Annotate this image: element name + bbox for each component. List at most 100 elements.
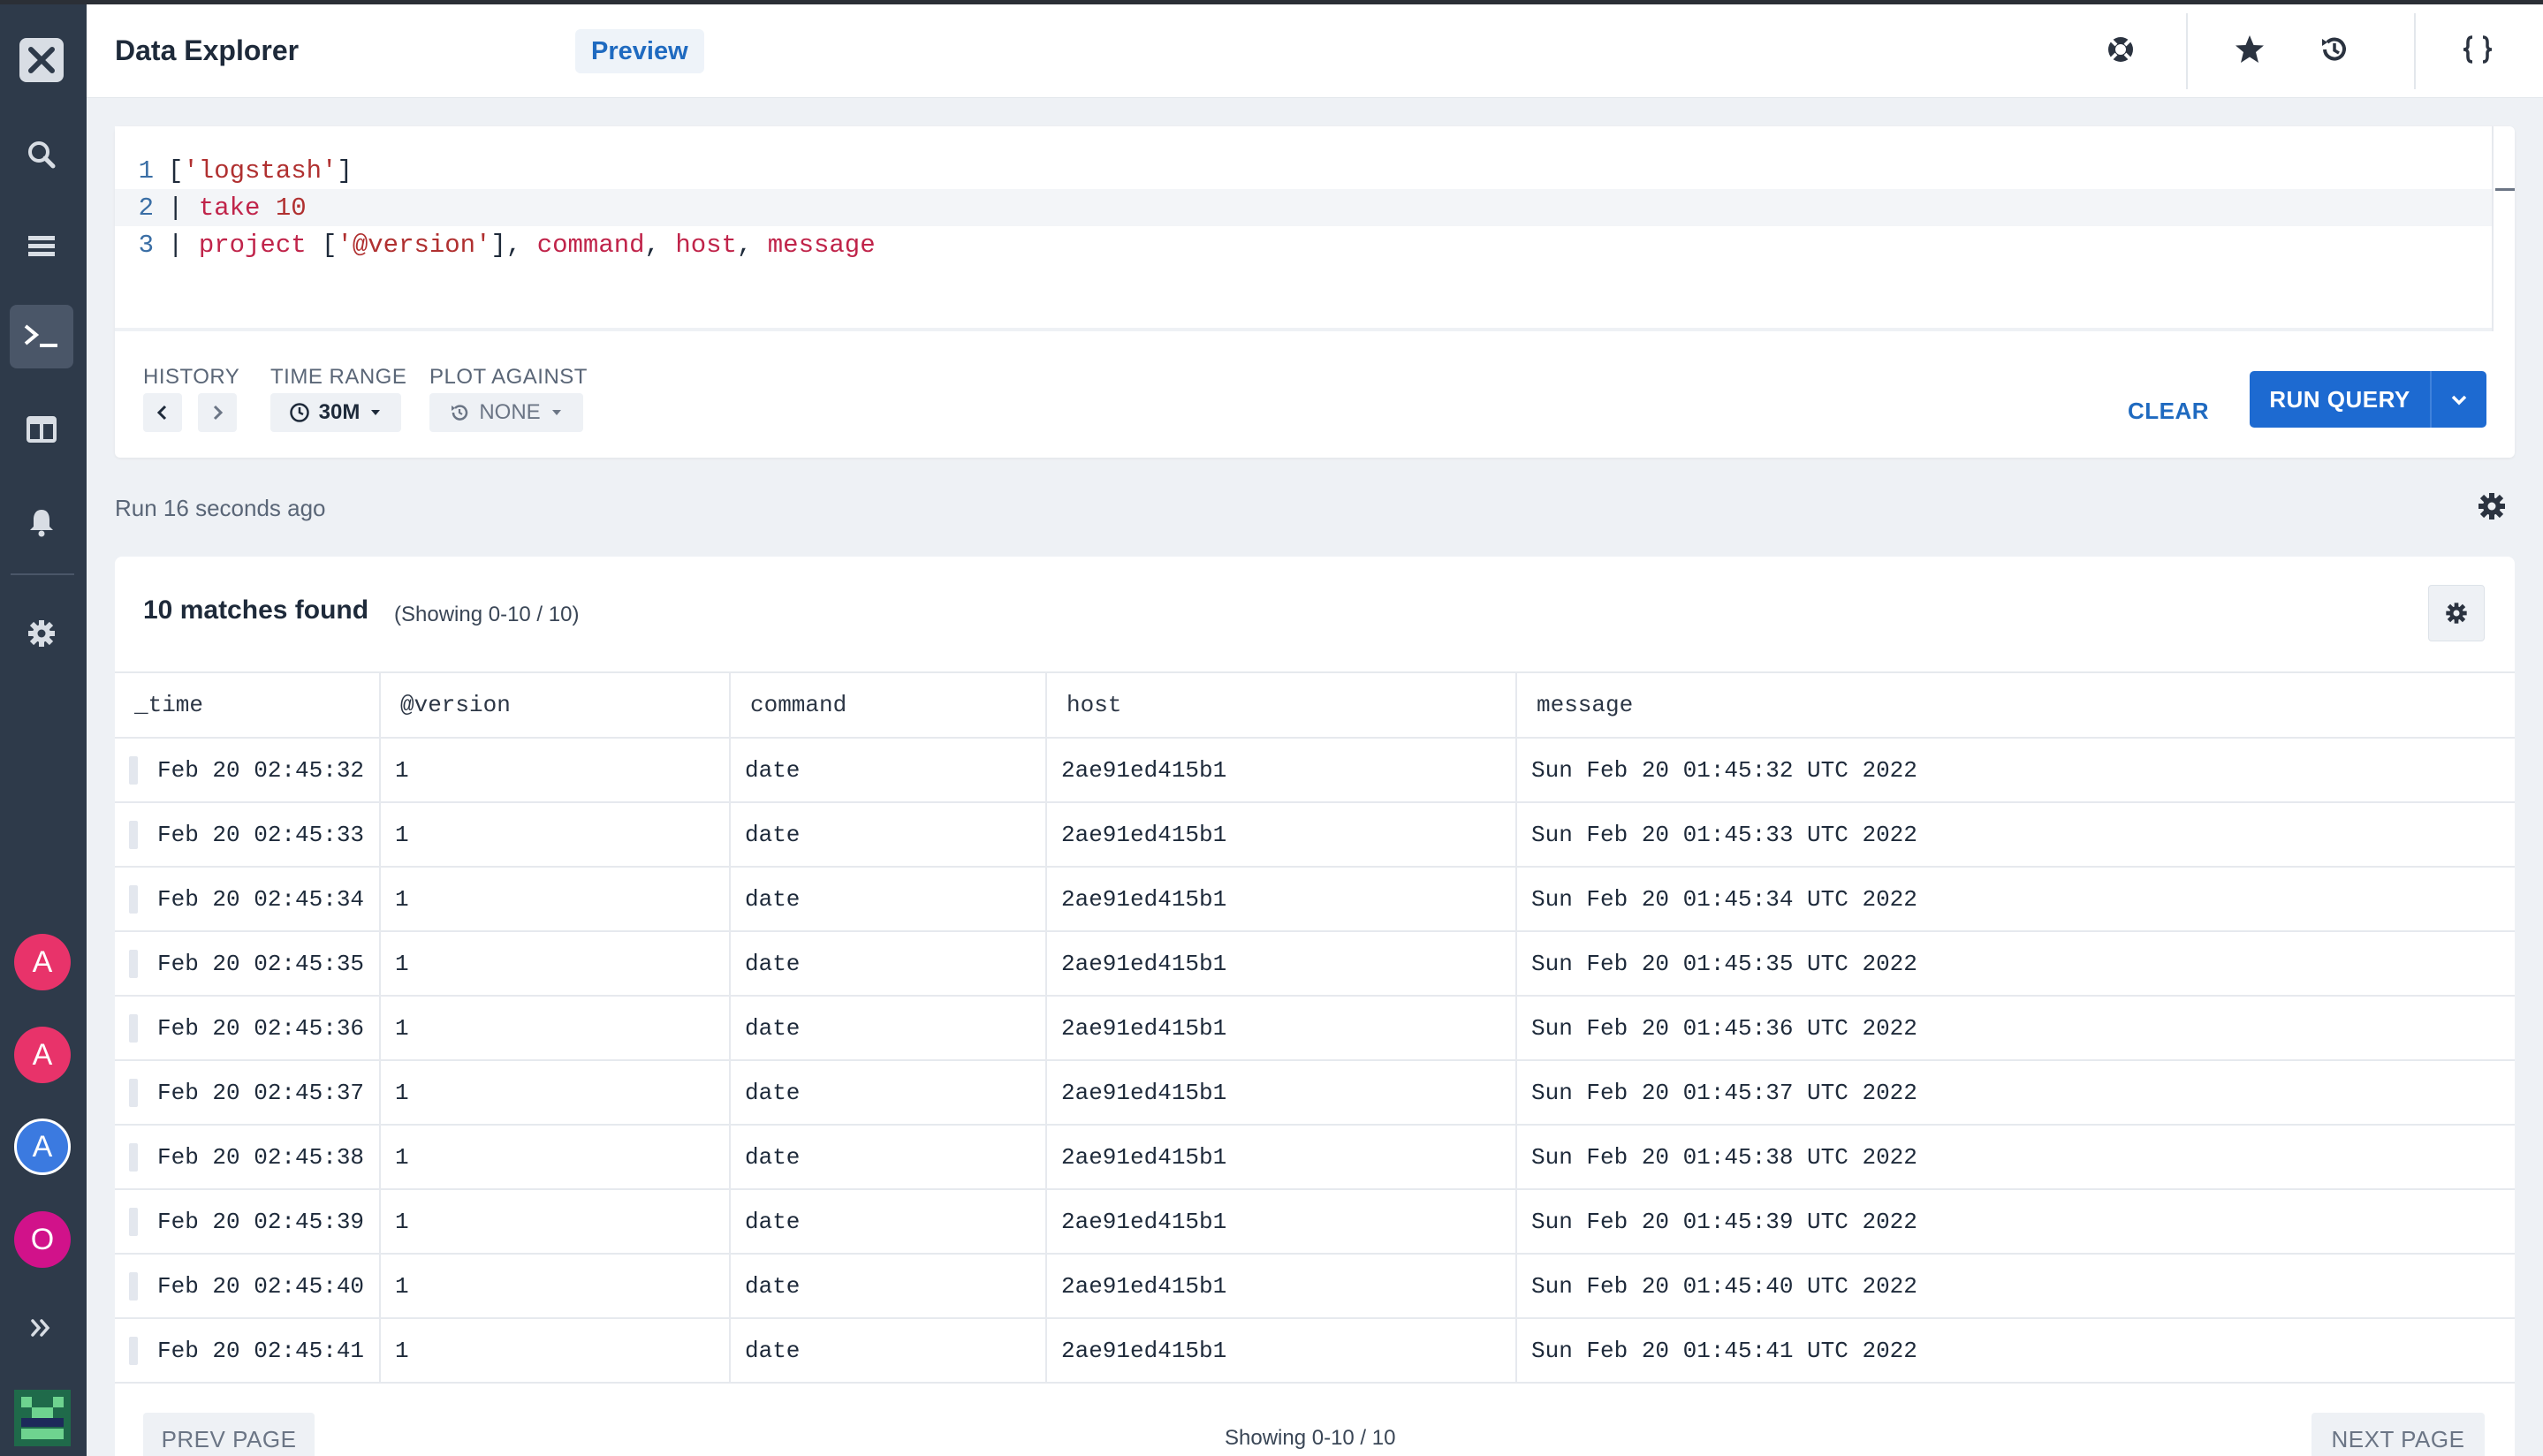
table-row[interactable]: Feb 20 02:45:35 1 date 2ae91ed415b1 Sun … — [115, 931, 2515, 997]
time-cell: Feb 20 02:45:41 — [115, 1318, 381, 1384]
user-pixel-avatar-icon[interactable] — [14, 1390, 71, 1446]
row-marker — [129, 1079, 138, 1107]
time-range-value: 30M — [318, 400, 361, 424]
command-cell: date — [730, 867, 1047, 932]
expand-sidebar-icon[interactable] — [10, 1296, 73, 1360]
avatar[interactable]: A — [14, 934, 71, 990]
cell-text: Feb 20 02:45:34 — [157, 885, 365, 913]
message-cell: Sun Feb 20 01:45:41 UTC 2022 — [1516, 1318, 2515, 1384]
app-logo[interactable] — [19, 38, 64, 82]
row-marker — [129, 1014, 138, 1043]
column-header-time[interactable]: _time — [115, 671, 381, 739]
column-header-version[interactable]: @version — [380, 671, 731, 739]
next-page-button[interactable]: NEXT PAGE — [2311, 1413, 2485, 1456]
cell-text: Feb 20 02:45:37 — [157, 1079, 365, 1106]
clock-icon — [289, 403, 309, 422]
table-row[interactable]: Feb 20 02:45:33 1 date 2ae91ed415b1 Sun … — [115, 802, 2515, 868]
column-header-command[interactable]: command — [730, 671, 1047, 739]
table-row[interactable]: Feb 20 02:45:41 1 date 2ae91ed415b1 Sun … — [115, 1318, 2515, 1384]
plot-against-label: PLOT AGAINST — [429, 365, 588, 389]
avatar[interactable]: O — [14, 1211, 71, 1268]
run-query-label: RUN QUERY — [2269, 385, 2410, 413]
star-icon[interactable] — [2228, 27, 2272, 72]
results-table: _time @version command host message Feb … — [115, 671, 2515, 1384]
time-cell: Feb 20 02:45:40 — [115, 1254, 381, 1319]
prev-page-button[interactable]: PREV PAGE — [143, 1413, 315, 1456]
caret-down-icon — [371, 410, 381, 415]
avatar-letter: A — [32, 1129, 53, 1164]
host-cell: 2ae91ed415b1 — [1046, 1125, 1517, 1190]
history-forward-button[interactable] — [198, 393, 237, 432]
editor-scrollbar[interactable] — [2492, 126, 2515, 331]
host-cell: 2ae91ed415b1 — [1046, 738, 1517, 803]
avatar-letter: A — [32, 1037, 53, 1072]
gear-icon — [2446, 603, 2467, 624]
version-cell: 1 — [380, 867, 731, 932]
clear-button[interactable]: CLEAR — [2128, 384, 2209, 437]
time-cell: Feb 20 02:45:33 — [115, 802, 381, 868]
avatar[interactable]: A — [14, 1119, 71, 1175]
table-row[interactable]: Feb 20 02:45:32 1 date 2ae91ed415b1 Sun … — [115, 738, 2515, 803]
showing-range: (Showing 0-10 / 10) — [394, 603, 580, 626]
host-cell: 2ae91ed415b1 — [1046, 1060, 1517, 1126]
search-icon[interactable] — [10, 123, 73, 186]
version-cell: 1 — [380, 1318, 731, 1384]
table-row[interactable]: Feb 20 02:45:38 1 date 2ae91ed415b1 Sun … — [115, 1125, 2515, 1190]
json-braces-icon[interactable] — [2456, 27, 2500, 72]
table-row[interactable]: Feb 20 02:45:37 1 date 2ae91ed415b1 Sun … — [115, 1060, 2515, 1126]
command-cell: date — [730, 1189, 1047, 1255]
help-lifebuoy-icon[interactable] — [2099, 27, 2143, 72]
run-query-button[interactable]: RUN QUERY — [2250, 371, 2486, 428]
results-settings-gear-icon[interactable] — [2476, 490, 2508, 522]
history-label: HISTORY — [143, 365, 240, 389]
table-row[interactable]: Feb 20 02:45:39 1 date 2ae91ed415b1 Sun … — [115, 1189, 2515, 1255]
row-marker — [129, 885, 138, 914]
version-cell: 1 — [380, 802, 731, 868]
code-token: host — [675, 230, 737, 260]
table-settings-button[interactable] — [2428, 585, 2485, 641]
sidebar: A A A O — [0, 4, 87, 1456]
time-range-dropdown[interactable]: 30M — [270, 393, 401, 432]
message-cell: Sun Feb 20 01:45:40 UTC 2022 — [1516, 1254, 2515, 1319]
cell-text: Feb 20 02:45:36 — [157, 1014, 365, 1042]
code-token: [ — [306, 230, 338, 260]
query-panel: 1 ['logstash'] 2 | take 10 3 | project [… — [115, 126, 2515, 458]
plot-against-value: NONE — [479, 400, 541, 424]
row-marker — [129, 1337, 138, 1365]
pagination-status: Showing 0-10 / 10 — [1225, 1426, 1396, 1450]
code-token: , — [736, 230, 768, 260]
dashboards-icon[interactable] — [10, 398, 73, 461]
command-cell: date — [730, 931, 1047, 997]
avatar[interactable]: A — [14, 1027, 71, 1083]
streams-icon[interactable] — [10, 215, 73, 278]
cell-text: Feb 20 02:45:32 — [157, 756, 365, 784]
bell-icon[interactable] — [10, 490, 73, 554]
settings-gear-icon[interactable] — [10, 602, 73, 665]
query-terminal-icon[interactable] — [10, 305, 73, 368]
message-cell: Sun Feb 20 01:45:38 UTC 2022 — [1516, 1125, 2515, 1190]
time-cell: Feb 20 02:45:32 — [115, 738, 381, 803]
table-row[interactable]: Feb 20 02:45:36 1 date 2ae91ed415b1 Sun … — [115, 996, 2515, 1061]
column-header-host[interactable]: host — [1046, 671, 1517, 739]
message-cell: Sun Feb 20 01:45:35 UTC 2022 — [1516, 931, 2515, 997]
column-header-message[interactable]: message — [1516, 671, 2515, 739]
history-back-button[interactable] — [143, 393, 182, 432]
cell-text: Feb 20 02:45:40 — [157, 1272, 365, 1300]
header-divider — [2414, 13, 2416, 89]
query-editor[interactable]: 1 ['logstash'] 2 | take 10 3 | project [… — [115, 126, 2492, 331]
run-options-caret-icon[interactable] — [2432, 389, 2486, 410]
version-cell: 1 — [380, 1125, 731, 1190]
table-row[interactable]: Feb 20 02:45:40 1 date 2ae91ed415b1 Sun … — [115, 1254, 2515, 1319]
plot-against-dropdown[interactable]: NONE — [429, 393, 583, 432]
code-token: command — [536, 230, 645, 260]
line-number: 3 — [138, 230, 154, 260]
message-cell: Sun Feb 20 01:45:33 UTC 2022 — [1516, 802, 2515, 868]
run-status-text: Run 16 seconds ago — [115, 495, 326, 521]
table-row[interactable]: Feb 20 02:45:34 1 date 2ae91ed415b1 Sun … — [115, 867, 2515, 932]
time-cell: Feb 20 02:45:38 — [115, 1125, 381, 1190]
history-icon[interactable] — [2312, 27, 2357, 72]
command-cell: date — [730, 802, 1047, 868]
version-cell: 1 — [380, 1060, 731, 1126]
host-cell: 2ae91ed415b1 — [1046, 996, 1517, 1061]
version-cell: 1 — [380, 738, 731, 803]
